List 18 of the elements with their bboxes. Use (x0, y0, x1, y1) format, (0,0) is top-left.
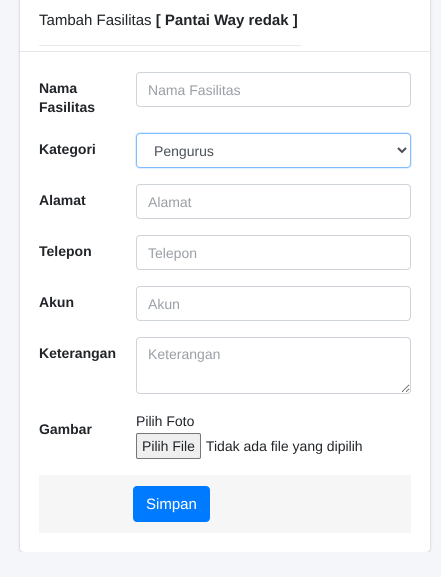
text-field[interactable]: Akun (136, 286, 411, 321)
field-label: Akun (39, 293, 75, 312)
file-status: Tidak ada file yang dipilih (206, 438, 363, 454)
choose-file-button[interactable]: Pilih File (136, 433, 201, 459)
field-label: Gambar (39, 420, 93, 439)
field-label: Keterangan (39, 344, 118, 363)
file-caption: Pilih Foto (136, 413, 196, 430)
field-label: Alamat (39, 191, 87, 210)
save-button[interactable]: Simpan (133, 486, 210, 522)
category-dropdown[interactable]: Pengurus (136, 133, 411, 168)
text-area[interactable]: Keterangan (136, 337, 411, 394)
text-field[interactable]: Telepon (136, 235, 411, 270)
text-field[interactable]: Alamat (136, 184, 411, 219)
form-title: Tambah Fasilitas [ Pantai Way redak ] (39, 11, 301, 46)
field-label: Telepon (39, 242, 93, 261)
text-field[interactable]: Nama Fasilitas (136, 72, 411, 107)
field-label: Nama Fasilitas (39, 79, 96, 117)
field-label: Kategori (39, 140, 97, 159)
